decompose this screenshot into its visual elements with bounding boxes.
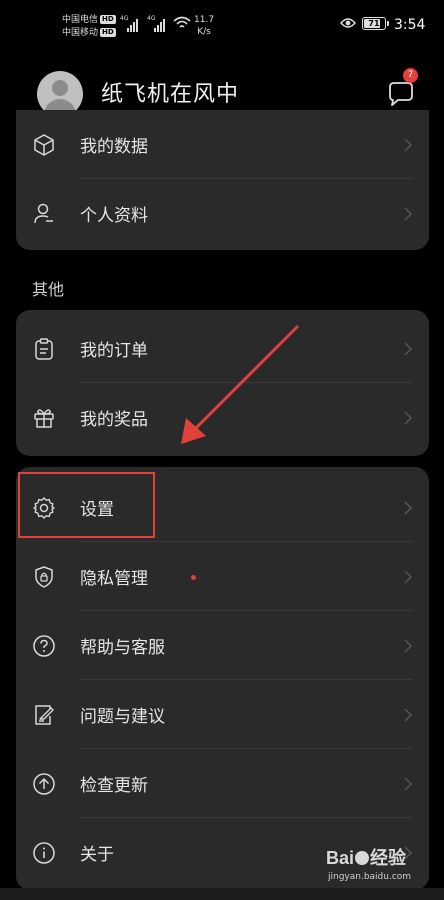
edit-note-icon (35, 705, 54, 725)
chevron-right-icon (404, 639, 413, 653)
chevron-right-icon (404, 501, 413, 515)
menu-item-label: 我的奖品 (80, 410, 148, 430)
speed-unit: K/s (197, 27, 211, 37)
settings-highlight-box (18, 472, 155, 538)
clock: 3:54 (394, 17, 426, 33)
chevron-right-icon (404, 777, 413, 791)
menu-item-label: 我的数据 (80, 137, 148, 157)
paw-icon (355, 851, 370, 865)
carrier-2: 中国移动 (62, 28, 99, 38)
chevron-right-icon (404, 411, 413, 425)
carrier-info: 中国电信 HD 中国移动 HD (62, 14, 116, 40)
gift-icon (34, 409, 54, 428)
menu-item-my-data[interactable]: 我的数据 (16, 110, 429, 179)
menu-item-label: 问题与建议 (80, 707, 165, 727)
menu-group-account: 我的数据 个人资料 (16, 110, 429, 250)
logo-text-right: 经验 (370, 848, 407, 868)
carrier-1: 中国电信 (62, 15, 99, 25)
info-icon (33, 842, 55, 864)
menu-item-profile[interactable]: 个人资料 (16, 179, 429, 248)
wifi-icon (173, 16, 191, 28)
eye-comfort-icon (340, 18, 356, 28)
menu-group-other: 我的订单 我的奖品 (16, 310, 429, 456)
baidu-watermark: Bai 经验 jingyan.baidu.com (324, 844, 439, 890)
menu-item-label: 帮助与客服 (80, 638, 165, 658)
arrow-up-circle-icon (33, 773, 55, 795)
menu-item-label: 隐私管理 (80, 569, 148, 589)
cube-icon (34, 134, 54, 156)
chevron-right-icon (404, 342, 413, 356)
battery-level: 71 (368, 19, 380, 28)
menu-item-label: 个人资料 (80, 206, 148, 226)
logo-text-left: Bai (326, 848, 355, 868)
chevron-right-icon (404, 708, 413, 722)
person-icon (34, 203, 53, 224)
menu-item-my-orders[interactable]: 我的订单 (16, 314, 429, 383)
signal-2-icon: 4G (147, 15, 169, 32)
menu-item-help[interactable]: 帮助与客服 (16, 611, 429, 680)
hd-badge: HD (100, 15, 116, 24)
network-speed: 11.7 K/s (194, 14, 214, 38)
menu-item-label: 我的订单 (80, 341, 148, 361)
menu-item-feedback[interactable]: 问题与建议 (16, 680, 429, 749)
hd-badge: HD (100, 28, 116, 37)
baidu-jingyan-logo: Bai 经验 (326, 844, 406, 870)
menu-item-label: 检查更新 (80, 776, 148, 796)
question-icon (33, 635, 55, 657)
section-title-other: 其他 (32, 280, 65, 299)
speed-value: 11.7 (194, 15, 215, 25)
shield-lock-icon (35, 566, 53, 588)
chevron-right-icon (404, 138, 413, 152)
bottom-strip (0, 888, 444, 900)
menu-item-label: 关于 (80, 845, 114, 865)
chevron-right-icon (404, 570, 413, 584)
clipboard-icon (35, 338, 53, 360)
menu-item-check-update[interactable]: 检查更新 (16, 749, 429, 818)
chevron-right-icon (404, 207, 413, 221)
watermark-url: jingyan.baidu.com (328, 872, 412, 882)
message-badge: 7 (403, 68, 418, 83)
signal-1-icon: 4G (120, 15, 142, 32)
status-bar: 中国电信 HD 中国移动 HD 4G 4G 11.7 K/s 71 3:54 (0, 0, 444, 52)
username[interactable]: 纸飞机在风中 (101, 76, 239, 108)
notification-dot (191, 575, 196, 580)
menu-item-my-prizes[interactable]: 我的奖品 (16, 383, 429, 452)
menu-item-privacy[interactable]: 隐私管理 (16, 542, 429, 611)
battery-icon: 71 (362, 17, 389, 30)
